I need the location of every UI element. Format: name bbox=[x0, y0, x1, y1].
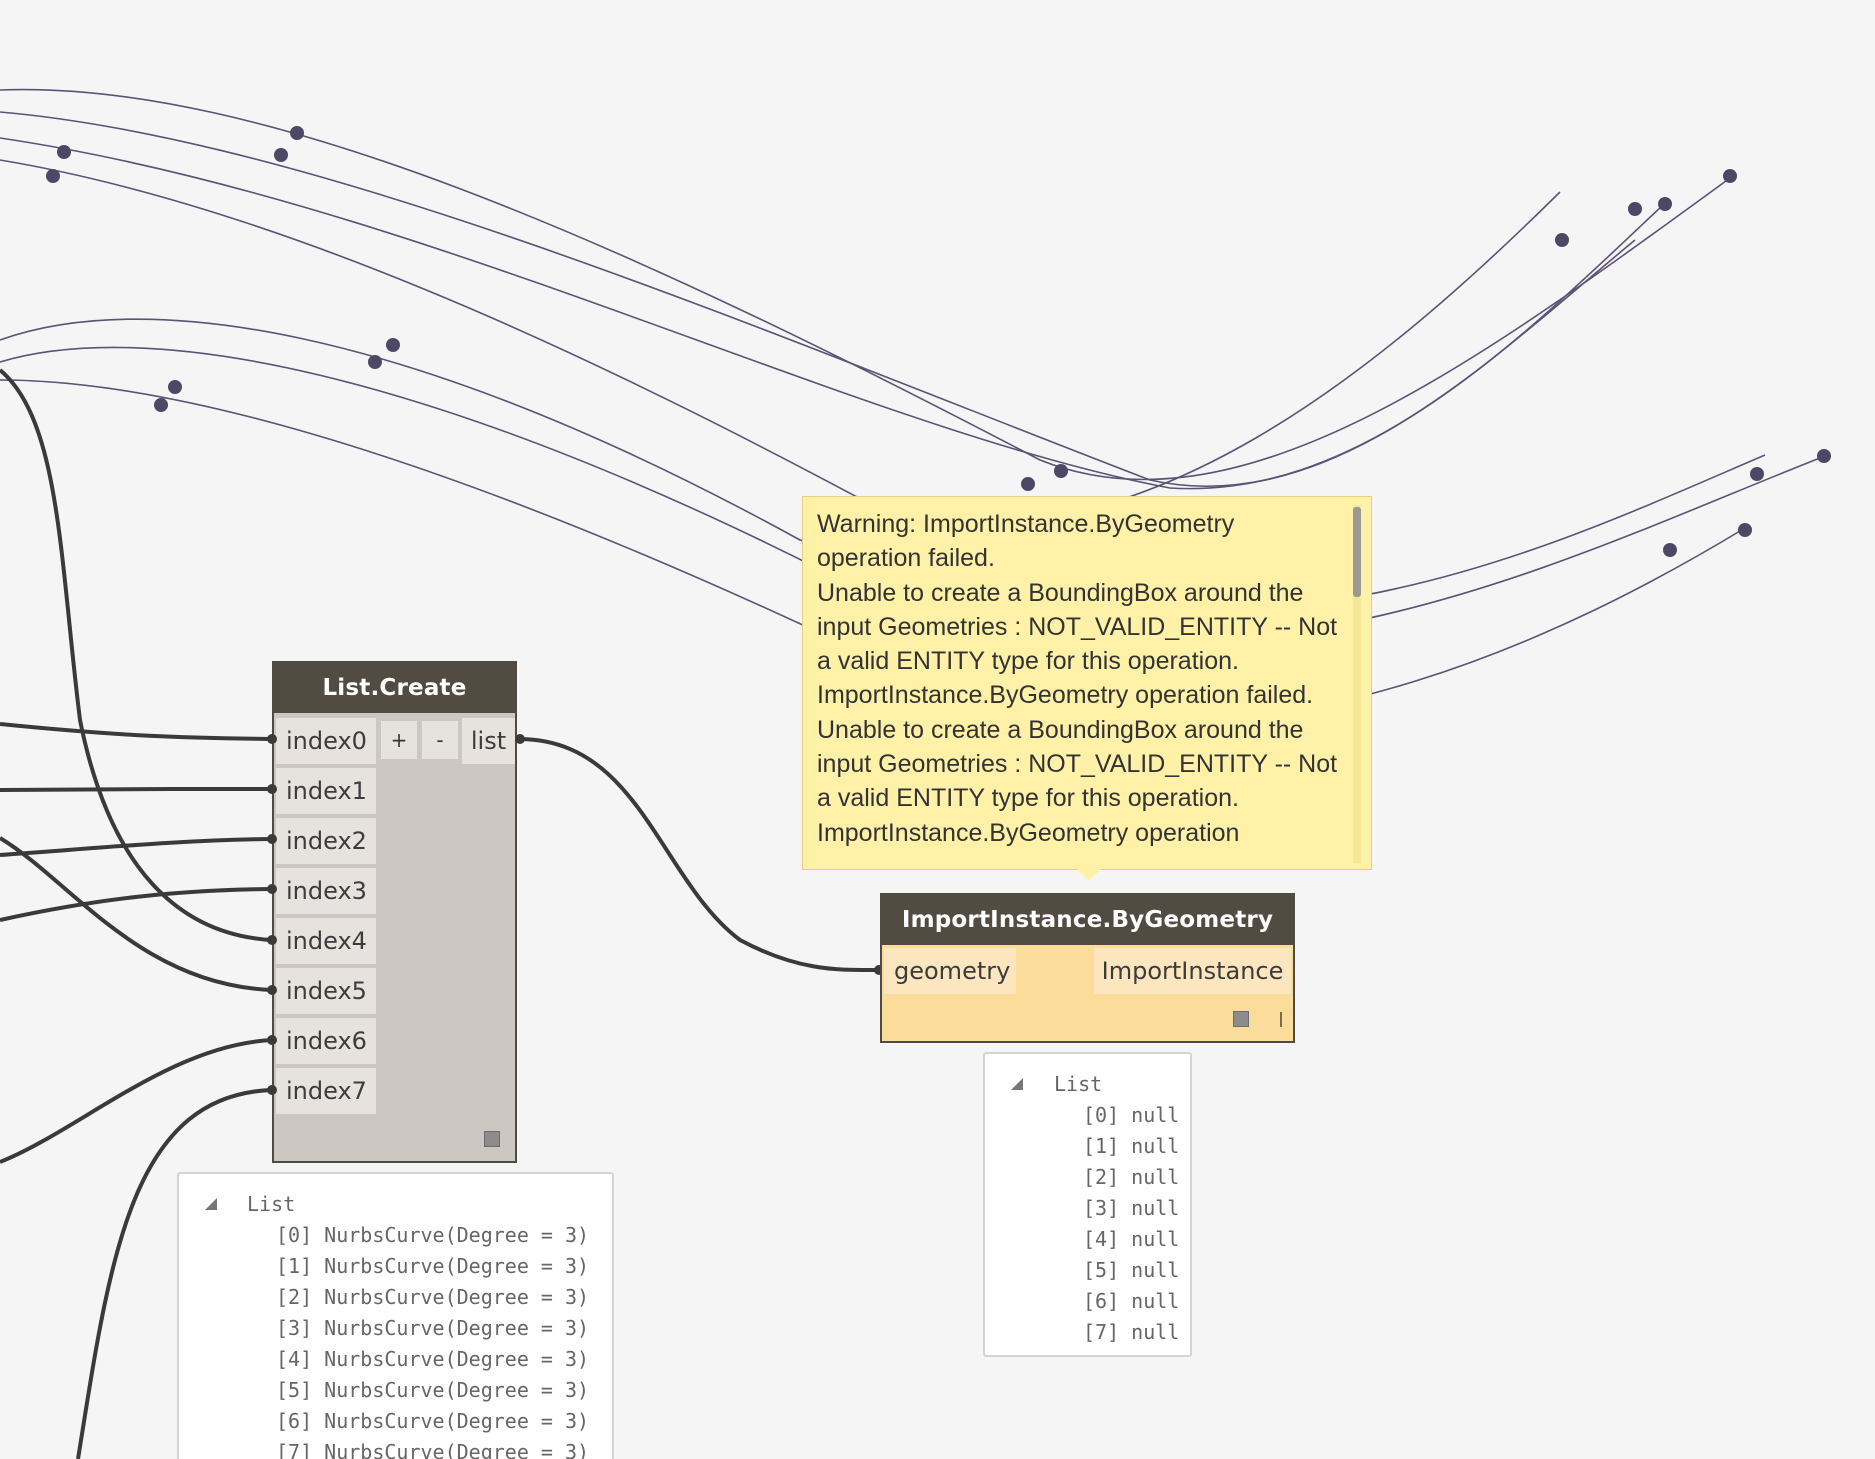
list-item: [0] NurbsCurve(Degree = 3) bbox=[276, 1223, 590, 1247]
import-instance-node[interactable]: ImportInstance.ByGeometry geometry Impor… bbox=[880, 893, 1295, 1043]
output-port-importinstance[interactable]: ImportInstance bbox=[1094, 948, 1291, 994]
list-item: [5] null bbox=[1083, 1258, 1180, 1282]
list-item: [5] NurbsCurve(Degree = 3) bbox=[276, 1378, 590, 1402]
graph-canvas[interactable]: List.Create index0 index1 index2 index3 … bbox=[0, 0, 1875, 1459]
list-create-preview[interactable]: List [0] NurbsCurve(Degree = 3) [1] Nurb… bbox=[177, 1172, 614, 1459]
collapse-triangle-icon[interactable] bbox=[205, 1198, 217, 1210]
preview-toggle-icon[interactable] bbox=[1233, 1011, 1249, 1027]
list-item: [4] NurbsCurve(Degree = 3) bbox=[276, 1347, 590, 1371]
list-item: [6] null bbox=[1083, 1289, 1180, 1313]
warning-tooltip[interactable]: Warning: ImportInstance.ByGeometry opera… bbox=[802, 496, 1372, 870]
list-item: [3] null bbox=[1083, 1196, 1180, 1220]
lacing-icon bbox=[1280, 1012, 1282, 1027]
preview-header: List bbox=[1054, 1072, 1103, 1096]
list-item: [0] null bbox=[1083, 1103, 1180, 1127]
warning-message: Warning: ImportInstance.ByGeometry opera… bbox=[817, 510, 1338, 847]
list-item: [3] NurbsCurve(Degree = 3) bbox=[276, 1316, 590, 1340]
list-item: [2] NurbsCurve(Degree = 3) bbox=[276, 1285, 590, 1309]
list-item: [7] null bbox=[1083, 1320, 1180, 1344]
list-item: [6] NurbsCurve(Degree = 3) bbox=[276, 1409, 590, 1433]
list-item: [1] null bbox=[1083, 1134, 1180, 1158]
list-item: [2] null bbox=[1083, 1165, 1180, 1189]
list-item: [4] null bbox=[1083, 1227, 1180, 1251]
node-title: ImportInstance.ByGeometry bbox=[882, 895, 1293, 945]
list-item: [7] NurbsCurve(Degree = 3) bbox=[276, 1440, 590, 1459]
preview-header: List bbox=[247, 1192, 296, 1216]
import-instance-preview[interactable]: List [0] null [1] null [2] null [3] null… bbox=[983, 1052, 1192, 1357]
input-port-geometry[interactable]: geometry bbox=[884, 948, 1016, 994]
collapse-triangle-icon[interactable] bbox=[1011, 1078, 1023, 1090]
list-item: [1] NurbsCurve(Degree = 3) bbox=[276, 1254, 590, 1278]
warning-tooltip-pointer bbox=[1077, 869, 1101, 881]
warning-scrollbar-thumb[interactable] bbox=[1353, 507, 1361, 597]
